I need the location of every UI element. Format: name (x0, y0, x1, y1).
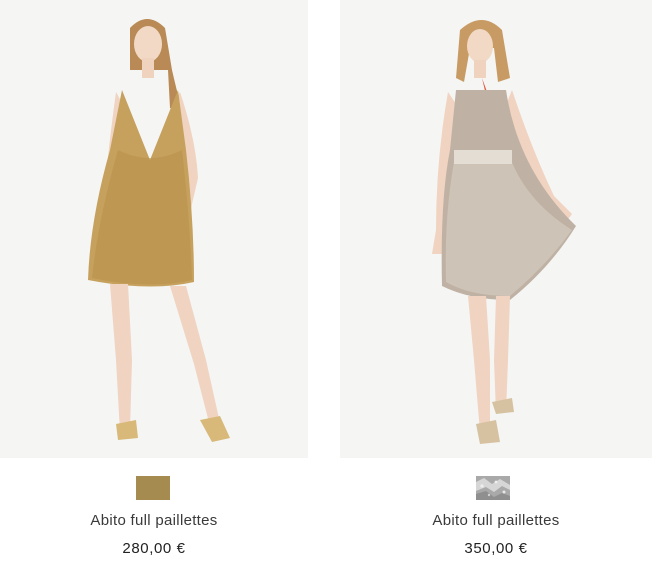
product-name[interactable]: Abito full paillettes (0, 512, 308, 529)
product-price: 350,00 € (464, 540, 528, 557)
product-price: 280,00 € (122, 540, 186, 557)
silver-texture-icon (476, 476, 510, 500)
silver-beaded-dress-photo (432, 20, 576, 444)
product-image[interactable] (340, 0, 652, 458)
color-swatch-silver[interactable] (476, 476, 510, 500)
product-name[interactable]: Abito full paillettes (340, 512, 652, 529)
product-card[interactable]: Abito full paillettes 280,00 € (0, 0, 308, 567)
color-swatch-gold[interactable] (136, 476, 170, 500)
gold-sequin-dress-photo (88, 19, 230, 442)
product-card[interactable]: Abito full paillettes 350,00 € (340, 0, 652, 567)
product-image[interactable] (0, 0, 308, 458)
